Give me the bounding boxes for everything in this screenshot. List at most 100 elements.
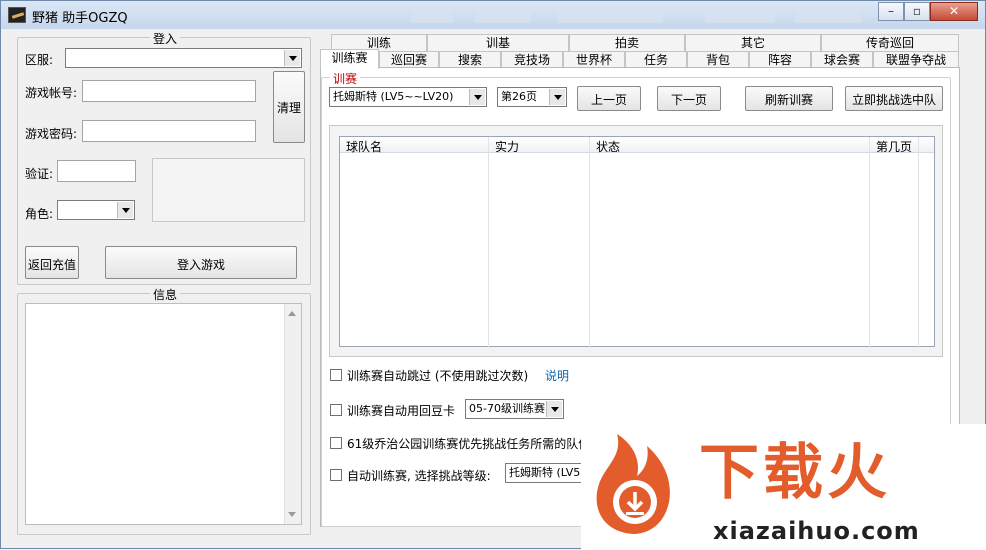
challenge-selected-button[interactable]: 立即挑战选中队 xyxy=(845,86,943,111)
login-group-title: 登入 xyxy=(150,30,181,47)
tab-label: 训练赛 xyxy=(331,51,368,65)
login-button-label: 登入游戏 xyxy=(176,258,225,272)
tab-lineup[interactable]: 阵容 xyxy=(749,51,811,68)
account-field[interactable] xyxy=(82,80,256,102)
title-bar: 野猪 助手OGZQ – ▫ ✕ xyxy=(1,1,985,29)
role-label: 角色: xyxy=(25,207,54,221)
login-button[interactable]: 登入游戏 xyxy=(105,246,297,279)
watermark-logo: 下载火 xiazaihuo.com xyxy=(581,424,986,550)
app-window: 野猪 助手OGZQ – ▫ ✕ 登入 区服: 游戏帐号: 游戏密码: 清理 验证… xyxy=(0,0,986,550)
tab-world-cup[interactable]: 世界杯 xyxy=(563,51,625,68)
tab-label: 训练 xyxy=(366,36,391,50)
verify-field[interactable] xyxy=(57,160,136,182)
tab-tasks[interactable]: 任务 xyxy=(625,51,687,68)
minimize-icon: – xyxy=(888,4,894,18)
auto-training-checkbox[interactable] xyxy=(330,469,342,481)
george-park-checkbox[interactable] xyxy=(330,437,342,449)
refresh-training-button[interactable]: 刷新训赛 xyxy=(745,86,833,111)
auto-training-label: 自动训练赛, 选择挑战等级: xyxy=(347,469,491,483)
flame-icon xyxy=(596,434,670,534)
title-blur-text xyxy=(795,7,861,23)
next-page-button[interactable]: 下一页 xyxy=(657,86,721,111)
tab-other[interactable]: 其它 xyxy=(685,34,821,51)
tab-label: 其它 xyxy=(740,36,765,50)
clear-button[interactable]: 清理 xyxy=(273,71,305,143)
info-log-area[interactable] xyxy=(25,303,302,525)
watermark-url: xiazaihuo.com xyxy=(713,517,920,545)
team-list[interactable]: 球队名 实力 状态 第几页 xyxy=(339,136,935,348)
next-page-label: 下一页 xyxy=(670,93,707,107)
role-select[interactable] xyxy=(57,200,135,220)
minimize-button[interactable]: – xyxy=(878,2,904,21)
window-title: 野猪 助手OGZQ xyxy=(32,11,128,26)
tab-label: 传奇巡回 xyxy=(865,36,914,50)
tab-bag[interactable]: 背包 xyxy=(687,51,749,68)
chevron-down-icon xyxy=(117,202,133,218)
recharge-button[interactable]: 返回充值 xyxy=(25,246,79,279)
maximize-icon: ▫ xyxy=(912,4,922,18)
tab-label: 搜索 xyxy=(457,53,482,67)
clear-button-label: 清理 xyxy=(276,101,301,115)
tab-training-match[interactable]: 训练赛 xyxy=(320,49,379,69)
challenge-selected-label: 立即挑战选中队 xyxy=(851,93,936,107)
george-park-label: 61级乔治公园训练赛优先挑战任务所需的队伍 xyxy=(347,437,581,451)
close-button[interactable]: ✕ xyxy=(930,2,978,21)
tab-label: 球会赛 xyxy=(823,53,860,67)
close-icon: ✕ xyxy=(948,4,960,18)
account-label: 游戏帐号: xyxy=(25,86,78,100)
password-field[interactable] xyxy=(82,120,256,142)
tab-label: 世界杯 xyxy=(575,53,612,67)
password-label: 游戏密码: xyxy=(25,127,78,141)
team-list-header xyxy=(340,137,934,153)
tab-label: 背包 xyxy=(705,53,730,67)
column-spacer xyxy=(918,137,919,348)
tab-legend-tour[interactable]: 传奇巡回 xyxy=(821,34,959,51)
tab-search[interactable]: 搜索 xyxy=(439,51,501,68)
scroll-up-icon xyxy=(288,311,296,316)
verify-label: 验证: xyxy=(25,167,54,181)
refresh-training-label: 刷新训赛 xyxy=(764,93,813,107)
app-icon xyxy=(8,7,26,23)
team-level-select[interactable]: 托姆斯特 (LV5~~LV20) xyxy=(329,87,487,107)
tab-auction[interactable]: 拍卖 xyxy=(569,34,685,51)
auto-skip-checkbox[interactable] xyxy=(330,369,342,381)
column-page[interactable]: 第几页 xyxy=(869,137,912,348)
help-link[interactable]: 说明 xyxy=(545,367,569,384)
info-group-title: 信息 xyxy=(150,286,181,303)
server-label: 区服: xyxy=(25,53,54,67)
tab-label: 竞技场 xyxy=(513,53,550,67)
tab-label: 巡回赛 xyxy=(390,53,427,67)
tab-label: 阵容 xyxy=(767,53,792,67)
tab-label: 联盟争夺战 xyxy=(885,53,946,67)
bean-level-select[interactable]: 05-70级训练赛 xyxy=(465,399,564,419)
column-strength[interactable]: 实力 xyxy=(488,137,519,348)
info-scrollbar[interactable] xyxy=(284,304,301,524)
prev-page-button[interactable]: 上一页 xyxy=(577,86,641,111)
tab-label: 训基 xyxy=(485,36,510,50)
captcha-image[interactable] xyxy=(152,158,305,222)
maximize-button[interactable]: ▫ xyxy=(904,2,930,21)
tab-arena[interactable]: 竞技场 xyxy=(501,51,563,68)
chevron-down-icon xyxy=(469,89,485,105)
training-group-title: 训赛 xyxy=(330,70,361,87)
server-select[interactable] xyxy=(65,48,302,68)
title-blur-text xyxy=(557,7,663,23)
scroll-down-icon xyxy=(288,512,296,517)
tab-training-base[interactable]: 训基 xyxy=(427,34,569,51)
column-label: 第几页 xyxy=(876,140,913,154)
tab-tour-match[interactable]: 巡回赛 xyxy=(379,51,439,68)
tab-alliance-battle[interactable]: 联盟争夺战 xyxy=(873,51,959,68)
auto-skip-label: 训练赛自动跳过 (不使用跳过次数) xyxy=(347,369,529,383)
auto-bean-checkbox[interactable] xyxy=(330,404,342,416)
page-value: 第26页 xyxy=(501,90,537,103)
column-label: 实力 xyxy=(495,140,520,154)
tab-label: 任务 xyxy=(643,53,668,67)
column-status[interactable]: 状态 xyxy=(589,137,620,348)
team-level-value: 托姆斯特 (LV5~~LV20) xyxy=(333,90,454,103)
page-select[interactable]: 第26页 xyxy=(497,87,567,107)
column-label: 状态 xyxy=(596,140,621,154)
tab-club-match[interactable]: 球会赛 xyxy=(811,51,873,68)
watermark-brand: 下载火 xyxy=(699,438,891,508)
chevron-down-icon xyxy=(546,401,562,417)
tab-label: 拍卖 xyxy=(614,36,639,50)
